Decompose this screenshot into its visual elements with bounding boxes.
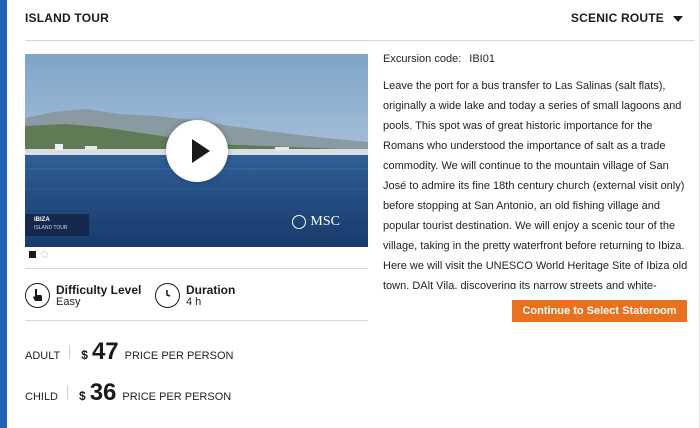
msc-emblem-icon: [292, 215, 307, 229]
scenic-route-dropdown[interactable]: SCENIC ROUTE: [571, 11, 683, 25]
child-label: CHILD: [25, 391, 59, 403]
adult-price-row: ADULT $ 47 PRICE PER PERSON: [25, 340, 233, 364]
caret-down-icon: [673, 15, 683, 22]
divider-line: [25, 320, 368, 321]
carousel-dot-1[interactable]: [29, 251, 36, 258]
price-separator: [67, 386, 69, 400]
child-price-row: CHILD $ 36 PRICE PER PERSON: [25, 381, 231, 405]
caption-subtitle: ISLAND TOUR: [34, 225, 68, 231]
left-accent-bar: [0, 0, 7, 428]
hand-pointer-icon: [25, 283, 50, 308]
clock-icon: [155, 283, 180, 308]
description-scroll[interactable]: Leave the port for a bus transfer to Las…: [383, 76, 689, 289]
difficulty-level: Difficulty Level Easy: [25, 283, 141, 308]
adult-per-person: PRICE PER PERSON: [124, 350, 234, 362]
duration: Duration 4 h: [155, 283, 235, 308]
child-price-value: 36: [89, 379, 117, 406]
excursion-description: Leave the port for a bus transfer to Las…: [383, 80, 688, 289]
video-caption: IBIZA ISLAND TOUR: [25, 214, 89, 236]
adult-price: $ 47 PRICE PER PERSON: [81, 340, 233, 364]
excursion-code-label: Excursion code:: [383, 53, 462, 65]
adult-price-value: 47: [91, 338, 119, 365]
adult-label: ADULT: [25, 350, 61, 362]
excursion-code-value: IBI01: [469, 53, 495, 65]
child-price: $ 36 PRICE PER PERSON: [79, 381, 231, 405]
carousel-dot-2[interactable]: [41, 251, 48, 258]
carousel-indicators: [29, 251, 48, 258]
duration-value: 4 h: [186, 295, 202, 308]
play-button[interactable]: [166, 120, 228, 182]
duration-label: Duration: [186, 282, 236, 297]
divider-line: [25, 268, 368, 269]
caption-title: IBIZA: [34, 217, 50, 223]
msc-logo: MSC: [292, 214, 340, 230]
child-currency: $: [79, 389, 86, 403]
price-separator: [69, 345, 71, 359]
difficulty-value: Easy: [56, 295, 81, 308]
excursion-title: ISLAND TOUR: [25, 11, 109, 25]
excursion-header: ISLAND TOUR SCENIC ROUTE: [25, 0, 695, 41]
excursion-code: Excursion code: IBI01: [383, 53, 495, 65]
video-player[interactable]: IBIZA ISLAND TOUR MSC: [25, 54, 368, 247]
scenic-route-label: SCENIC ROUTE: [570, 11, 664, 25]
difficulty-label: Difficulty Level: [56, 282, 142, 297]
play-icon: [192, 139, 210, 163]
msc-logo-text: MSC: [310, 214, 340, 229]
continue-to-select-stateroom-button[interactable]: Continue to Select Stateroom: [512, 300, 687, 322]
child-per-person: PRICE PER PERSON: [122, 391, 232, 403]
adult-currency: $: [81, 348, 88, 362]
